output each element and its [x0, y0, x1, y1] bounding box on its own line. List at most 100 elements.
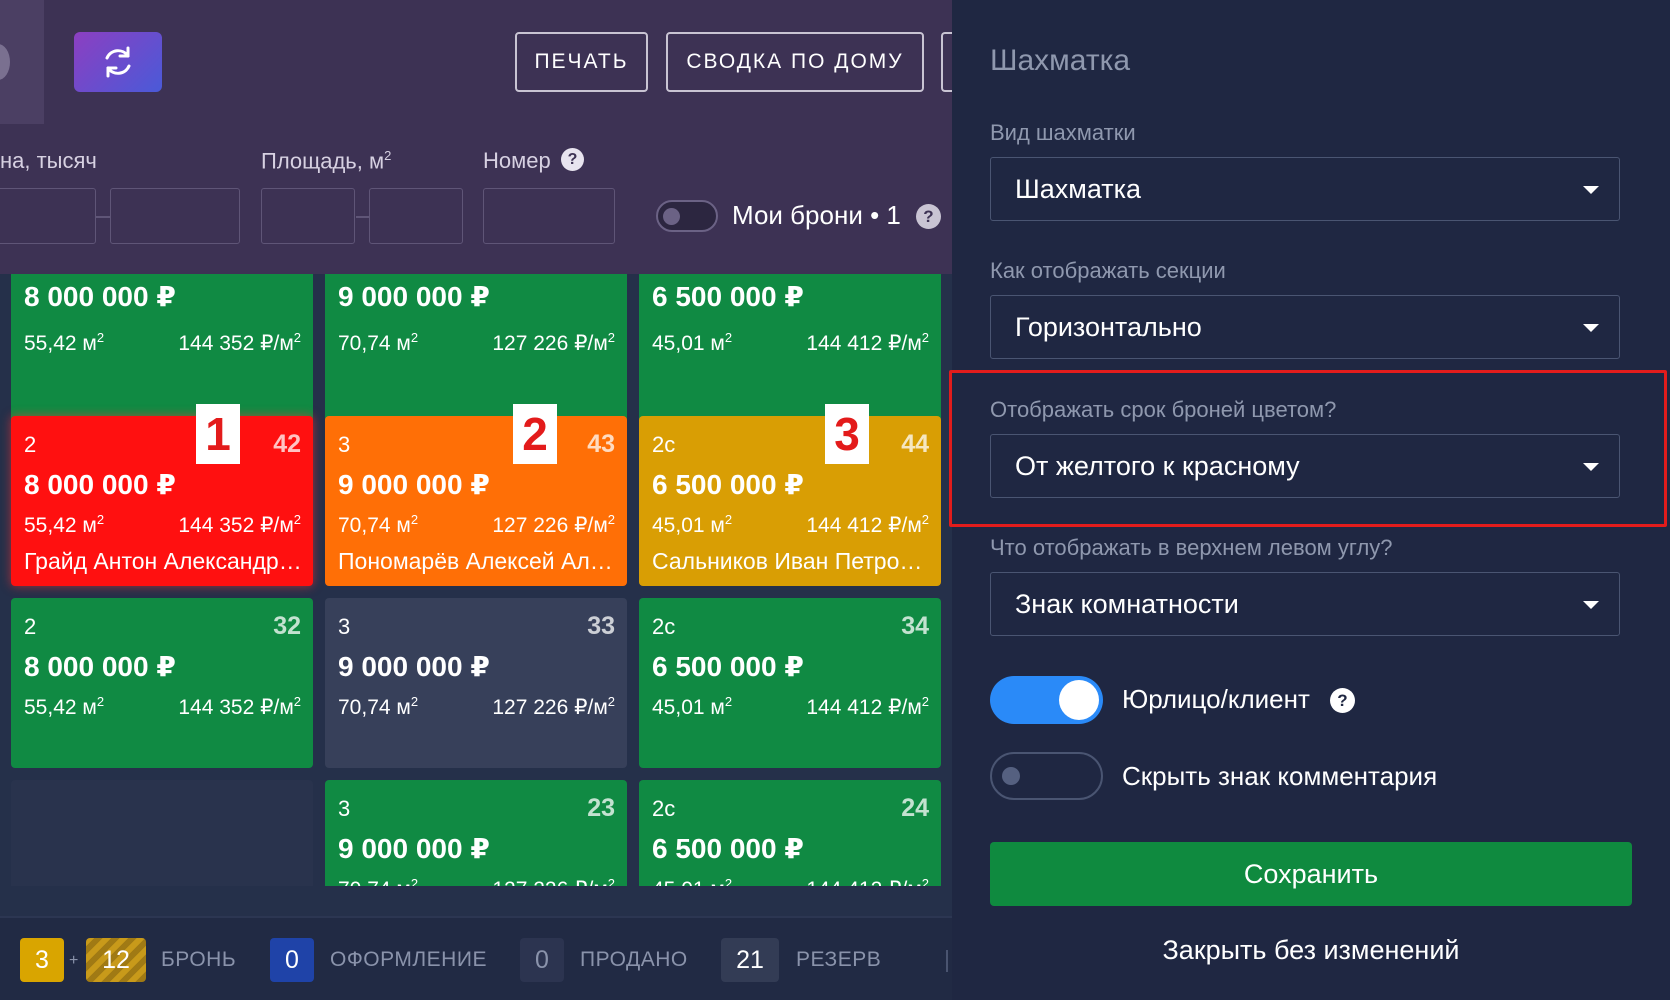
area: 45,01 м2 [652, 512, 733, 537]
price-per-meter: 144 412 ₽/м2 [806, 694, 929, 719]
price: 9 000 000 ₽ [338, 833, 490, 864]
rooms-sign: 2с [652, 432, 676, 457]
plus-sign: + [69, 952, 79, 969]
chessboard-area: ПЕЧАТЬ СВОДКА ПО ДОМУ на, тысяч Площадь,… [0, 0, 952, 1000]
empty-cell [11, 780, 313, 886]
rooms-sign: 3 [338, 796, 351, 821]
apartment-card[interactable]: 2 32 8 000 000 ₽ 55,42 м2 144 352 ₽/м2 [11, 598, 313, 768]
apartment-card[interactable]: 6 500 000 ₽ 45,01 м2 144 412 ₽/м2 [639, 274, 941, 436]
reserve-count-badge[interactable]: 21 [721, 938, 779, 982]
apartment-number: 23 [587, 794, 615, 822]
price-per-meter: 127 226 ₽/м2 [492, 330, 615, 355]
refresh-button[interactable] [74, 32, 162, 92]
rooms-sign: 3 [338, 614, 351, 639]
chevron-down-icon [1583, 601, 1599, 609]
legal-client-toggle[interactable] [990, 676, 1103, 724]
processing-label: ОФОРМЛЕНИЕ [330, 948, 487, 971]
side-tab[interactable] [0, 0, 44, 124]
area-filter-label: Площадь, м2 [261, 148, 392, 174]
area: 70,74 м2 [338, 512, 419, 537]
apartment-card[interactable]: 3 23 9 000 000 ₽ 70,74 м2 127 226 ₽/м2 [325, 780, 627, 886]
avatar[interactable] [0, 44, 10, 80]
help-icon[interactable]: ? [916, 204, 941, 229]
top-toolbar: ПЕЧАТЬ СВОДКА ПО ДОМУ [0, 0, 952, 124]
client-name: Сальников Иван Петрович [652, 548, 932, 574]
corner-select[interactable]: Знак комнатности [990, 572, 1620, 636]
apartment-number: 44 [901, 430, 929, 458]
area: 45,01 м2 [652, 876, 733, 886]
area: 70,74 м2 [338, 694, 419, 719]
more-button[interactable] [941, 32, 952, 92]
rooms-sign: 2с [652, 614, 676, 639]
apartment-card[interactable]: 2с 24 6 500 000 ₽ 45,01 м2 144 412 ₽/м2 [639, 780, 941, 886]
apartment-card[interactable]: 3 33 9 000 000 ₽ 70,74 м2 127 226 ₽/м2 [325, 598, 627, 768]
apartment-card-booked[interactable]: 2с 44 6 500 000 ₽ 45,01 м2 144 412 ₽/м2 … [639, 416, 941, 586]
number-filter-label: Номер [483, 148, 551, 173]
processing-count-badge[interactable]: 0 [270, 938, 314, 982]
area-to-input[interactable] [369, 188, 463, 244]
sections-select[interactable]: Горизонтально [990, 295, 1620, 359]
apartment-card-booked[interactable]: 2 42 8 000 000 ₽ 55,42 м2 144 352 ₽/м2 Г… [11, 416, 313, 586]
apartment-card[interactable]: 9 000 000 ₽ 70,74 м2 127 226 ₽/м2 [325, 274, 627, 436]
sold-label: ПРОДАНО [580, 948, 688, 971]
apartment-card[interactable]: 2с 34 6 500 000 ₽ 45,01 м2 144 412 ₽/м2 [639, 598, 941, 768]
my-bookings-label: Мои брони • 1 [732, 200, 901, 230]
help-icon[interactable]: ? [561, 148, 584, 171]
price: 6 500 000 ₽ [652, 833, 804, 864]
chevron-down-icon [1583, 324, 1599, 332]
apartment-card[interactable]: 8 000 000 ₽ 55,42 м2 144 352 ₽/м2 [11, 274, 313, 436]
view-select[interactable]: Шахматка [990, 157, 1620, 221]
price-per-meter: 144 412 ₽/м2 [806, 876, 929, 886]
hide-comment-toggle[interactable] [990, 752, 1103, 800]
status-legend: 3 + 12 БРОНЬ 0 ОФОРМЛЕНИЕ 0 ПРОДАНО 21 Р… [0, 916, 952, 1000]
price-to-input[interactable] [110, 188, 240, 244]
house-summary-button[interactable]: СВОДКА ПО ДОМУ [666, 32, 924, 92]
apartment-number: 34 [901, 612, 929, 640]
annotation-marker: 3 [825, 404, 869, 464]
price: 6 500 000 ₽ [652, 651, 804, 682]
filter-bar: на, тысяч Площадь, м2 Номер ? Мои брони … [0, 124, 952, 274]
refresh-icon [105, 46, 131, 78]
area: 70,74 м2 [338, 876, 419, 886]
sold-count-badge[interactable]: 0 [520, 938, 564, 982]
apartment-card-booked[interactable]: 3 43 9 000 000 ₽ 70,74 м2 127 226 ₽/м2 П… [325, 416, 627, 586]
help-icon[interactable]: ? [1330, 688, 1355, 713]
price-per-meter: 144 412 ₽/м2 [806, 512, 929, 537]
price-per-meter: 144 352 ₽/м2 [178, 330, 301, 355]
price-from-input[interactable] [0, 188, 96, 244]
booking-color-select[interactable]: От желтого к красному [990, 434, 1620, 498]
client-name: Пономарёв Алексей Алексеевич [338, 548, 618, 574]
price: 9 000 000 ₽ [338, 469, 490, 500]
chevron-down-icon [1583, 463, 1599, 471]
panel-title: Шахматка [990, 44, 1131, 77]
area: 45,01 м2 [652, 694, 733, 719]
print-button[interactable]: ПЕЧАТЬ [515, 32, 648, 92]
price: 9 000 000 ₽ [338, 281, 490, 312]
annotation-marker: 2 [513, 404, 557, 464]
price: 8 000 000 ₽ [24, 651, 176, 682]
close-without-changes-button[interactable]: Закрыть без изменений [990, 928, 1632, 972]
apartment-number: 33 [587, 612, 615, 640]
apartment-number: 24 [901, 794, 929, 822]
apartment-number: 43 [587, 430, 615, 458]
save-button[interactable]: Сохранить [990, 842, 1632, 906]
booking-extra-badge[interactable]: 12 [86, 938, 146, 982]
area: 70,74 м2 [338, 330, 419, 355]
price-per-meter: 144 352 ₽/м2 [178, 694, 301, 719]
area-from-input[interactable] [261, 188, 355, 244]
price: 6 500 000 ₽ [652, 469, 804, 500]
price-per-meter: 144 412 ₽/м2 [806, 330, 929, 355]
apartment-number: 32 [273, 612, 301, 640]
my-bookings-toggle[interactable] [656, 200, 718, 232]
rooms-sign: 2 [24, 432, 37, 457]
price-per-meter: 127 226 ₽/м2 [492, 512, 615, 537]
number-input[interactable] [483, 188, 615, 244]
price: 9 000 000 ₽ [338, 651, 490, 682]
rooms-sign: 2 [24, 614, 37, 639]
reserve-label: РЕЗЕРВ [796, 948, 882, 971]
booking-count-badge[interactable]: 3 [20, 938, 64, 982]
price-filter-label: на, тысяч [0, 148, 97, 173]
rooms-sign: 2с [652, 796, 676, 821]
hide-comment-label: Скрыть знак комментария [1122, 761, 1438, 791]
area: 45,01 м2 [652, 330, 733, 355]
